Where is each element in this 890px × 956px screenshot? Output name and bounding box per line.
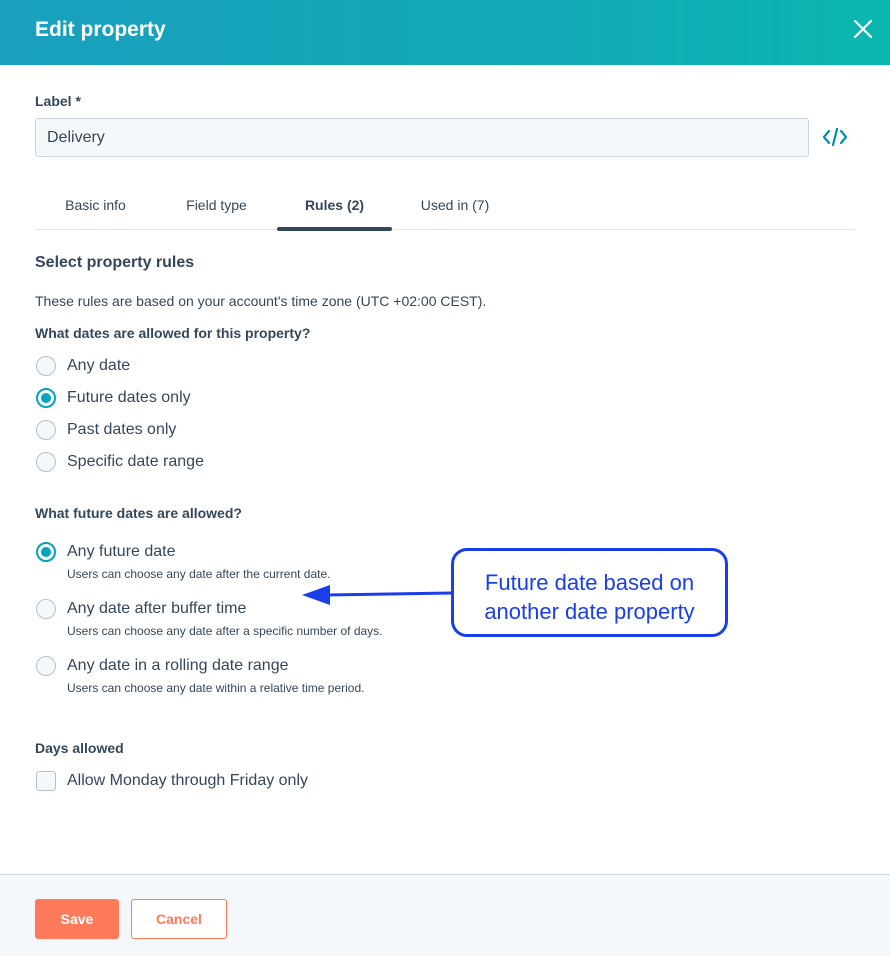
label-input[interactable] [35,118,809,157]
timezone-note: These rules are based on your account's … [35,293,487,309]
radio-any-future-date[interactable] [36,542,56,562]
annotation-line-1: Future date based on [484,570,695,595]
tab-basic-info[interactable]: Basic info [35,186,156,230]
label-field-title: Label * [35,93,81,109]
cancel-button[interactable]: Cancel [131,899,227,939]
radio-any-date[interactable] [36,356,56,376]
tab-rules[interactable]: Rules (2) [277,186,392,230]
option-past-dates-label[interactable]: Past dates only [67,421,176,439]
save-button[interactable]: Save [35,899,119,939]
radio-past-dates-only[interactable] [36,420,56,440]
option-buffer-time-help: Users can choose any date after a specif… [67,624,383,638]
annotation-callout: Future date based on another date proper… [451,548,728,637]
modal-title: Edit property [35,18,166,41]
option-specific-range-label[interactable]: Specific date range [67,453,204,471]
tab-bar: Basic info Field type Rules (2) Used in … [35,186,855,231]
future-question: What future dates are allowed? [35,505,242,521]
option-any-date-label[interactable]: Any date [67,357,130,375]
option-any-future-label[interactable]: Any future date [67,543,176,561]
close-icon[interactable] [852,18,874,40]
annotation-line-2: another date property [484,599,695,624]
option-future-dates-label[interactable]: Future dates only [67,389,191,407]
radio-specific-date-range[interactable] [36,452,56,472]
dates-question: What dates are allowed for this property… [35,325,311,341]
code-icon[interactable] [822,126,848,148]
tab-field-type[interactable]: Field type [156,186,277,230]
option-rolling-range-help: Users can choose any date within a relat… [67,681,365,695]
weekdays-only-checkbox[interactable] [36,771,56,791]
modal-header: Edit property [0,0,890,65]
weekdays-only-label[interactable]: Allow Monday through Friday only [67,772,308,790]
option-rolling-range-label[interactable]: Any date in a rolling date range [67,657,288,675]
days-allowed-title: Days allowed [35,740,124,756]
radio-rolling-range[interactable] [36,656,56,676]
arrow-left-icon [302,585,453,605]
radio-buffer-time[interactable] [36,599,56,619]
active-tab-indicator [277,227,392,231]
option-any-future-help: Users can choose any date after the curr… [67,567,331,581]
radio-future-dates-only[interactable] [36,388,56,408]
option-buffer-time-label[interactable]: Any date after buffer time [67,600,246,618]
section-title: Select property rules [35,254,195,271]
tab-used-in[interactable]: Used in (7) [392,186,518,230]
